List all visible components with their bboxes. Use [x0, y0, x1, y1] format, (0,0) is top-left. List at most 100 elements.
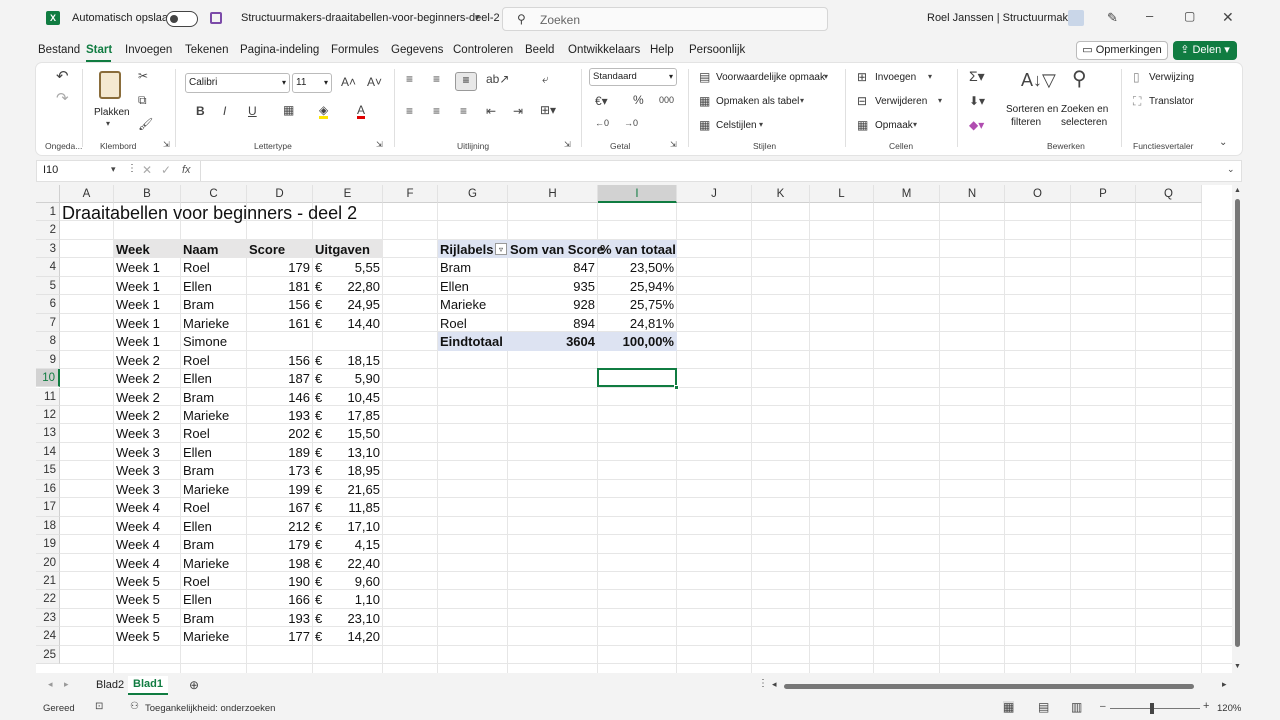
- align-middle-icon[interactable]: ≡: [433, 73, 440, 85]
- align-center-icon[interactable]: ≡: [433, 105, 440, 117]
- format-cells-button[interactable]: Opmaak: [875, 120, 913, 131]
- reference-icon[interactable]: ▯: [1133, 71, 1140, 83]
- dialog-launcher-icon[interactable]: ⇲: [376, 141, 383, 149]
- column-header-g[interactable]: G: [438, 185, 508, 203]
- row-header-7[interactable]: 7: [36, 313, 60, 333]
- italic-icon[interactable]: I: [223, 105, 226, 117]
- row-header-24[interactable]: 24: [36, 627, 60, 646]
- row-header-21[interactable]: 21: [36, 572, 60, 591]
- tab-controleren[interactable]: Controleren: [453, 44, 513, 56]
- align-right-icon[interactable]: ≡: [460, 105, 467, 117]
- reference-button[interactable]: Verwijzing: [1149, 72, 1194, 83]
- chevron-down-icon[interactable]: ▾: [913, 121, 917, 129]
- accessibility-status[interactable]: Toegankelijkheid: onderzoeken: [145, 703, 275, 714]
- scroll-thumb[interactable]: [1235, 199, 1240, 647]
- name-box-chevron-icon[interactable]: ▾: [111, 165, 116, 174]
- zoom-out-icon[interactable]: –: [1100, 702, 1106, 712]
- scroll-right-icon[interactable]: ▸: [1222, 680, 1227, 689]
- cancel-icon[interactable]: ✕: [142, 164, 152, 176]
- zoom-slider[interactable]: [1110, 703, 1200, 714]
- find-select-icon[interactable]: ⚲: [1072, 69, 1087, 89]
- minimize-icon[interactable]: –: [1146, 9, 1153, 22]
- row-header-10[interactable]: 10: [36, 369, 60, 388]
- tab-start[interactable]: Start: [86, 44, 112, 56]
- column-header-e[interactable]: E: [313, 185, 383, 203]
- vertical-scrollbar[interactable]: ▲ ▼: [1234, 185, 1242, 673]
- macro-record-icon[interactable]: ⊡: [95, 702, 103, 712]
- row-header-6[interactable]: 6: [36, 295, 60, 314]
- scroll-down-icon[interactable]: ▼: [1234, 663, 1241, 670]
- column-header-j[interactable]: J: [677, 185, 752, 203]
- tab-bestand[interactable]: Bestand: [38, 44, 80, 56]
- tab-persoonlijk[interactable]: Persoonlijk: [689, 44, 745, 56]
- tab-pagina-indeling[interactable]: Pagina-indeling: [240, 44, 319, 56]
- sort-filter-label-2[interactable]: filteren: [1011, 117, 1041, 128]
- format-painter-icon[interactable]: 🖌: [138, 118, 153, 130]
- page-layout-icon[interactable]: ▤: [1038, 701, 1049, 713]
- row-header-23[interactable]: 23: [36, 608, 60, 628]
- row-header-1[interactable]: 1: [36, 203, 60, 222]
- column-header-a[interactable]: A: [60, 185, 114, 203]
- zoom-slider-thumb[interactable]: [1150, 703, 1154, 714]
- more-icon[interactable]: ⋮: [127, 164, 137, 174]
- decrease-indent-icon[interactable]: ⇤: [486, 105, 496, 117]
- percent-icon[interactable]: %: [633, 94, 644, 106]
- increase-indent-icon[interactable]: ⇥: [513, 105, 523, 117]
- pivot-filter-icon[interactable]: ▿: [495, 242, 507, 255]
- align-left-icon[interactable]: ≡: [406, 105, 413, 117]
- column-header-n[interactable]: N: [940, 185, 1005, 203]
- close-icon[interactable]: ✕: [1222, 10, 1234, 24]
- cell-styles-icon[interactable]: ▦: [699, 119, 710, 131]
- normal-view-icon[interactable]: ▦: [1003, 701, 1015, 713]
- row-header-5[interactable]: 5: [36, 276, 60, 296]
- paste-icon[interactable]: [99, 71, 121, 99]
- increase-font-icon[interactable]: A˄: [341, 76, 356, 88]
- conditional-format-icon[interactable]: ▤: [699, 71, 710, 83]
- column-header-l[interactable]: L: [810, 185, 874, 203]
- row-header-22[interactable]: 22: [36, 590, 60, 609]
- column-header-k[interactable]: K: [752, 185, 810, 203]
- align-top-icon[interactable]: ≡: [406, 73, 413, 85]
- select-all-corner[interactable]: [36, 185, 60, 203]
- font-name-select[interactable]: Calibri ▾: [185, 73, 290, 93]
- page-break-icon[interactable]: ▥: [1071, 701, 1082, 713]
- find-select-label-1[interactable]: Zoeken en: [1061, 104, 1108, 115]
- font-color-icon[interactable]: A: [357, 104, 366, 119]
- row-header-20[interactable]: 20: [36, 553, 60, 572]
- translator-button[interactable]: Translator: [1149, 96, 1194, 107]
- row-header-19[interactable]: 19: [36, 535, 60, 554]
- autosave-toggle[interactable]: [166, 11, 198, 27]
- row-header-9[interactable]: 9: [36, 350, 60, 370]
- zoom-in-icon[interactable]: +: [1203, 701, 1209, 712]
- column-header-h[interactable]: H: [508, 185, 598, 203]
- tab-invoegen[interactable]: Invoegen: [125, 44, 172, 56]
- sheet-tab-blad1[interactable]: Blad1: [128, 676, 168, 695]
- file-name[interactable]: Structuurmakers-draaitabellen-voor-begin…: [241, 12, 500, 24]
- dialog-launcher-icon[interactable]: ⇲: [670, 141, 677, 149]
- avatar[interactable]: [1068, 10, 1084, 26]
- more-options-icon[interactable]: ⋮: [758, 679, 768, 689]
- expand-formula-icon[interactable]: ⌄: [1227, 165, 1235, 174]
- fill-handle[interactable]: [674, 384, 679, 390]
- paste-chevron-icon[interactable]: ▾: [106, 120, 110, 128]
- prev-sheet-icon[interactable]: ◂: [48, 680, 53, 689]
- sort-filter-icon[interactable]: A↓▽: [1021, 71, 1056, 89]
- active-cell-selection[interactable]: [597, 368, 677, 388]
- cut-icon[interactable]: ✂: [138, 70, 148, 82]
- borders-icon[interactable]: ▦: [283, 104, 294, 116]
- row-header-15[interactable]: 15: [36, 461, 60, 480]
- translator-icon[interactable]: ⛶: [1133, 95, 1141, 107]
- tab-help[interactable]: Help: [650, 44, 674, 56]
- column-header-o[interactable]: O: [1005, 185, 1071, 203]
- delete-cells-button[interactable]: Verwijderen: [875, 96, 927, 107]
- horizontal-scrollbar[interactable]: [784, 684, 1194, 689]
- increase-decimal-icon[interactable]: ←0: [595, 119, 609, 128]
- tab-ontwikkelaars[interactable]: Ontwikkelaars: [568, 44, 640, 56]
- redo-icon[interactable]: ↷: [56, 91, 69, 106]
- row-header-11[interactable]: 11: [36, 387, 60, 406]
- format-as-table-button[interactable]: Opmaken als tabel: [716, 96, 799, 107]
- underline-icon[interactable]: U: [248, 105, 257, 117]
- decrease-font-icon[interactable]: A˅: [367, 76, 382, 88]
- maximize-icon[interactable]: ▢: [1184, 10, 1195, 22]
- row-header-16[interactable]: 16: [36, 479, 60, 499]
